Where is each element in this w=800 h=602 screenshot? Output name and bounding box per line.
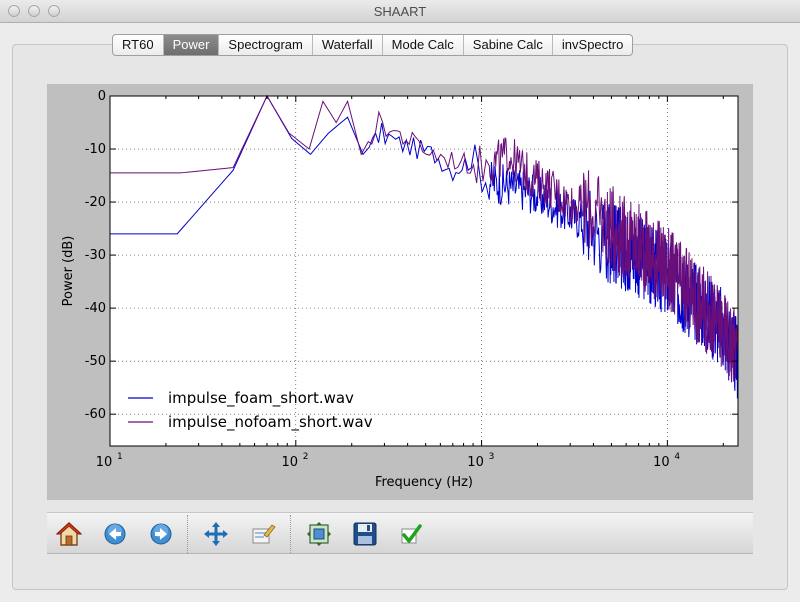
- x-tick-label-exponent: 1: [117, 452, 123, 462]
- y-tick-label: 0: [98, 89, 106, 104]
- y-tick-label: -40: [85, 301, 106, 316]
- toolbar-separator: [290, 515, 291, 553]
- tab-rt60[interactable]: RT60: [113, 35, 164, 55]
- zoom-button[interactable]: [250, 521, 276, 547]
- tab-waterfall[interactable]: Waterfall: [313, 35, 383, 55]
- plot-canvas[interactable]: 10 1 10 2 10 3 10 4 0 -10 -20 -30 -40 -50 -60 Frequency…: [47, 84, 753, 500]
- x-tick-label: 10: [96, 455, 113, 470]
- x-tick-label: 10: [282, 455, 299, 470]
- arrow-left-icon: [104, 523, 126, 545]
- tab-power[interactable]: Power: [163, 35, 220, 55]
- title-bar: SHAART: [0, 0, 800, 23]
- zoom-rect-icon: [252, 524, 276, 544]
- window-title: SHAART: [373, 4, 427, 19]
- y-axis-label: Power (dB): [61, 236, 76, 307]
- power-chart: 10 1 10 2 10 3 10 4 0 -10 -20 -30 -40 -50 -60 Frequency…: [61, 89, 739, 490]
- back-button[interactable]: [102, 521, 128, 547]
- y-tick-label: -30: [85, 248, 106, 263]
- legend-entry-1: impulse_nofoam_short.wav: [168, 413, 373, 432]
- tab-bar: RT60 Power Spectrogram Waterfall Mode Calc Sa…: [112, 34, 634, 56]
- x-tick-label-exponent: 3: [489, 452, 495, 462]
- checkmark-icon: [401, 524, 422, 544]
- pan-button[interactable]: [203, 521, 229, 547]
- legend-entry-0: impulse_foam_short.wav: [168, 389, 354, 408]
- y-tick-label: -50: [85, 354, 106, 369]
- arrow-right-icon: [150, 523, 172, 545]
- tab-invspectro[interactable]: invSpectro: [553, 35, 632, 55]
- y-tick-label: -60: [85, 407, 106, 422]
- tab-mode-calc[interactable]: Mode Calc: [383, 35, 464, 55]
- x-axis-label: Frequency (Hz): [375, 475, 473, 490]
- home-icon: [55, 522, 83, 546]
- apply-button[interactable]: [398, 521, 424, 547]
- x-tick-label-exponent: 2: [303, 452, 309, 462]
- x-tick-label: 10: [467, 455, 484, 470]
- x-tick-label-exponent: 4: [674, 452, 680, 462]
- tab-sabine-calc[interactable]: Sabine Calc: [464, 35, 553, 55]
- toolbar-separator: [187, 515, 188, 553]
- y-tick-label: -10: [85, 142, 106, 157]
- navigation-toolbar: [47, 512, 753, 554]
- y-tick-label: -20: [85, 195, 106, 210]
- home-button[interactable]: [55, 521, 83, 547]
- move-icon: [204, 522, 228, 546]
- tab-spectrogram[interactable]: Spectrogram: [219, 35, 313, 55]
- forward-button[interactable]: [148, 521, 174, 547]
- subplots-icon: [307, 522, 331, 546]
- x-tick-label: 10: [653, 455, 670, 470]
- save-button[interactable]: [352, 521, 378, 547]
- floppy-icon: [353, 522, 377, 546]
- configure-subplots-button[interactable]: [306, 521, 332, 547]
